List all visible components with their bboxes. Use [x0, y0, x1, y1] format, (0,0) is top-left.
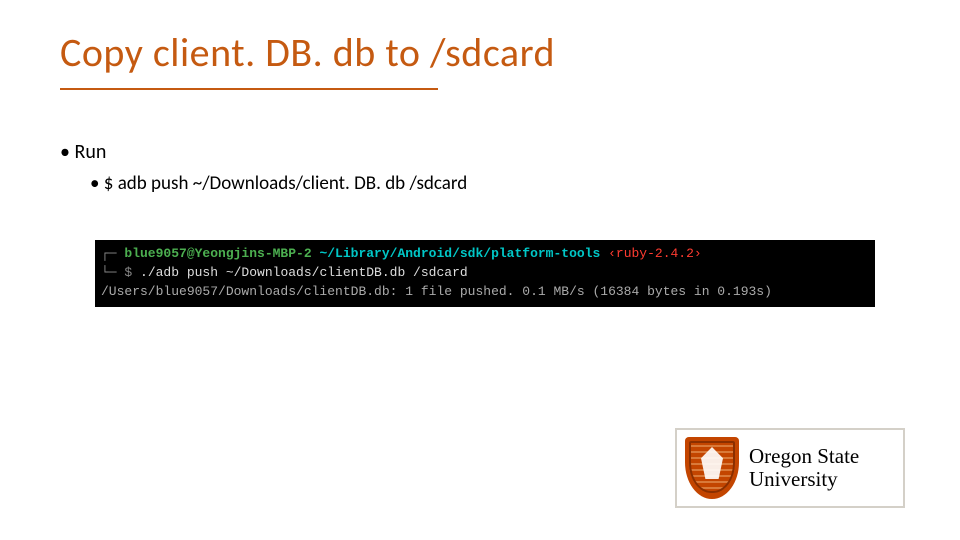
- terminal-path: ~/Library/Android/sdk/platform-tools: [312, 246, 608, 261]
- prompt-bracket2-icon: └─ $: [101, 265, 140, 280]
- terminal-ruby-env: ‹ruby-2.4.2›: [608, 246, 702, 261]
- osu-crest-icon: [685, 437, 739, 499]
- prompt-bracket-icon: ┌─: [101, 246, 124, 261]
- bullet-level1: Run: [60, 140, 467, 164]
- bullet-level2: $ adb push ~/Downloads/client. DB. db /s…: [90, 172, 467, 195]
- bullet-list: Run $ adb push ~/Downloads/client. DB. d…: [60, 140, 467, 195]
- osu-logo: Oregon State University: [675, 428, 905, 508]
- terminal-line-1: ┌─ blue9057@Yeongjins-MBP-2 ~/Library/An…: [101, 244, 869, 263]
- slide: Copy client. DB. db to /sdcard Run $ adb…: [0, 0, 960, 540]
- terminal-output: /Users/blue9057/Downloads/clientDB.db: 1…: [101, 284, 772, 299]
- osu-logo-line2: University: [749, 469, 859, 490]
- terminal-screenshot: ┌─ blue9057@Yeongjins-MBP-2 ~/Library/An…: [95, 240, 875, 307]
- terminal-user: blue9057@Yeongjins-MBP-2: [124, 246, 311, 261]
- title-underline: [60, 88, 438, 90]
- terminal-line-3: /Users/blue9057/Downloads/clientDB.db: 1…: [101, 282, 869, 301]
- slide-title: Copy client. DB. db to /sdcard: [60, 28, 555, 77]
- osu-logo-line1: Oregon State: [749, 446, 859, 467]
- terminal-line-2: └─ $ ./adb push ~/Downloads/clientDB.db …: [101, 263, 869, 282]
- osu-logo-text: Oregon State University: [749, 446, 859, 490]
- terminal-command: ./adb push ~/Downloads/clientDB.db /sdca…: [140, 265, 468, 280]
